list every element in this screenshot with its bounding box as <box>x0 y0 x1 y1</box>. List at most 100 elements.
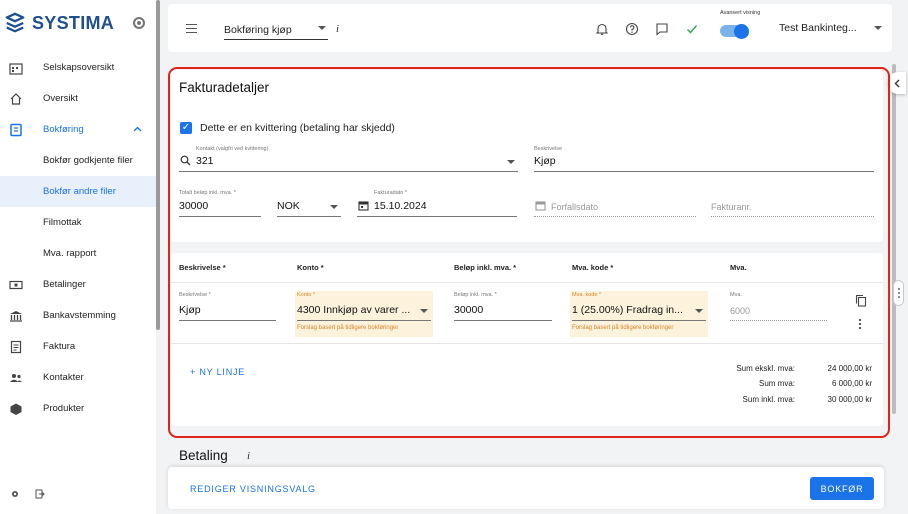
due-date-placeholder: Forfallsdato <box>551 202 599 212</box>
invoice-details-card: Fakturadetaljer ✓ Dette er en kvittering… <box>171 70 883 242</box>
description-field[interactable]: Beskrivelse Kjøp <box>534 146 874 172</box>
sum-incl-value: 30 000,00 kr <box>827 395 872 404</box>
logout-icon[interactable] <box>35 489 45 499</box>
bell-icon[interactable] <box>594 21 610 37</box>
check-icon[interactable] <box>684 21 700 37</box>
sidebar: SYSTIMA Selskapsoversikt Oversikt Bokfør… <box>0 0 156 514</box>
divider <box>171 343 883 344</box>
advanced-view-label: Avansert visning <box>720 10 761 16</box>
total-amount-value: 30000 <box>179 200 209 212</box>
due-date-field[interactable]: Forfallsdato <box>534 191 696 217</box>
logo[interactable]: SYSTIMA <box>4 12 114 34</box>
sidebar-item-produkter[interactable]: Produkter <box>0 393 156 424</box>
vat-suggestion-hint: Forslag basert på tidligere bokføringer <box>572 325 674 331</box>
column-header: Mva. <box>730 263 747 272</box>
invoice-date-field[interactable]: Fakturadato * 15.10.2024 <box>357 190 517 217</box>
sidebar-item-oversikt[interactable]: Oversikt <box>0 83 156 114</box>
column-header: Mva. kode * <box>572 263 614 272</box>
top-bar: Bokføring kjøp i Avansert visning Test B… <box>168 4 892 52</box>
sidebar-item-filmottak[interactable]: Filmottak <box>0 207 156 238</box>
account-suggestion-hint: Forslag basert på tidligere bokføringer <box>297 325 399 331</box>
invoice-date-value: 15.10.2024 <box>374 200 427 212</box>
sidebar-scrollbar[interactable] <box>156 0 160 330</box>
line-account-select[interactable]: Konto * 4300 Innkjøp av varer ... <box>297 292 431 321</box>
settings-icon[interactable] <box>10 489 20 499</box>
calendar-icon <box>358 201 369 211</box>
copy-icon[interactable] <box>855 294 867 307</box>
chat-icon[interactable] <box>654 21 670 37</box>
contacts-icon <box>8 370 24 386</box>
sidebar-item-label: Bokfør andre filer <box>43 186 116 197</box>
chevron-left-icon <box>894 79 900 87</box>
line-description-field[interactable]: Beskrivelse * Kjøp <box>179 292 276 321</box>
chevron-up-icon[interactable] <box>133 126 142 132</box>
sidebar-item-faktura[interactable]: Faktura <box>0 331 156 362</box>
sidebar-item-label: Kontakter <box>43 372 84 383</box>
bank-icon <box>8 308 24 324</box>
currency-select[interactable]: NOK <box>277 191 341 217</box>
bottom-action-bar: REDIGER VISNINGSVALG BOKFØR <box>168 467 884 509</box>
total-amount-field[interactable]: Totalt beløp inkl. mva. * 30000 <box>179 190 261 217</box>
resize-handle[interactable] <box>893 280 904 306</box>
dropdown-arrow-icon <box>330 205 338 209</box>
sum-excl-value: 24 000,00 kr <box>827 364 872 373</box>
contact-field[interactable]: Kontakt (valgfri ved kvittering) 321 <box>179 146 518 172</box>
dropdown-arrow-icon <box>507 160 515 164</box>
info-icon[interactable]: i <box>336 23 339 35</box>
line-amount-value: 30000 <box>454 304 484 316</box>
user-menu[interactable]: Test Bankinteg... <box>779 22 857 34</box>
sidebar-item-betalinger[interactable]: Betalinger <box>0 269 156 300</box>
sidebar-item-selskapsoversikt[interactable]: Selskapsoversikt <box>0 52 156 83</box>
sidebar-item-bokfor-andre-filer[interactable]: Bokfør andre filer <box>0 176 156 207</box>
line-vat-value: 6000 <box>730 306 751 316</box>
receipt-checkbox[interactable]: ✓ <box>180 122 192 134</box>
sidebar-item-bokfor-godkjente-filer[interactable]: Bokfør godkjente filer <box>0 145 156 176</box>
help-icon[interactable] <box>624 21 640 37</box>
sidebar-item-bankavstemming[interactable]: Bankavstemming <box>0 300 156 331</box>
more-vert-icon[interactable] <box>858 318 862 330</box>
column-header: Beskrivelse * <box>179 263 226 272</box>
sum-excl-label: Sum ekskl. mva: <box>736 364 795 373</box>
sidebar-item-label: Betalinger <box>43 279 86 290</box>
brand-name: SYSTIMA <box>32 12 115 33</box>
calendar-icon <box>535 201 546 211</box>
systima-logo-icon <box>5 12 25 33</box>
sidebar-nav: Selskapsoversikt Oversikt Bokføring Bokf… <box>0 52 156 424</box>
add-line-button[interactable]: + NY LINJE <box>190 367 245 377</box>
currency-value: NOK <box>277 200 300 212</box>
line-vat-label: Mva. <box>730 292 742 298</box>
line-vat-code-select[interactable]: Mva. kode * 1 (25.00%) Fradrag in... <box>572 292 706 321</box>
sidebar-item-bokforing[interactable]: Bokføring <box>0 114 156 145</box>
sidebar-item-mva-rapport[interactable]: Mva. rapport <box>0 238 156 269</box>
sum-vat-value: 6 000,00 kr <box>831 379 872 388</box>
post-button[interactable]: BOKFØR <box>810 477 874 500</box>
invoice-date-label: Fakturadato * <box>374 190 408 196</box>
sum-vat-label: Sum mva: <box>758 379 795 388</box>
line-vat-code-value: 1 (25.00%) Fradrag in... <box>572 304 683 316</box>
sidebar-item-label: Filmottak <box>43 217 82 228</box>
line-amount-field[interactable]: Beløp inkl. mva. * 30000 <box>454 292 552 321</box>
invoice-number-field[interactable]: Fakturanr. <box>711 191 874 217</box>
line-vat-code-label: Mva. kode * <box>572 292 602 298</box>
sidebar-item-label: Selskapsoversikt <box>43 62 115 73</box>
dropdown-arrow-icon <box>420 309 428 313</box>
description-value: Kjøp <box>534 155 556 167</box>
edit-view-options-button[interactable]: REDIGER VISNINGSVALG <box>190 484 316 494</box>
menu-icon[interactable] <box>186 24 197 33</box>
chevron-down-icon[interactable] <box>874 26 882 30</box>
info-icon[interactable]: i <box>247 450 250 462</box>
column-header: Beløp inkl. mva. * <box>454 263 517 272</box>
invoice-number-placeholder: Fakturanr. <box>711 202 752 212</box>
bookkeeping-icon <box>8 122 24 138</box>
dropdown-arrow-icon <box>695 309 703 313</box>
line-description-value: Kjøp <box>179 304 201 316</box>
status-dot-icon[interactable] <box>133 17 145 29</box>
sidebar-item-label: Mva. rapport <box>43 248 97 259</box>
main-scrollbar[interactable] <box>892 64 896 414</box>
collapse-panel-button[interactable] <box>888 72 906 94</box>
advanced-view-toggle[interactable] <box>720 23 749 39</box>
page-type-select[interactable]: Bokføring kjøp <box>224 20 328 40</box>
contact-label: Kontakt (valgfri ved kvittering) <box>196 146 269 152</box>
receipt-checkbox-label: Dette er en kvittering (betaling har skj… <box>200 122 395 134</box>
sidebar-item-kontakter[interactable]: Kontakter <box>0 362 156 393</box>
